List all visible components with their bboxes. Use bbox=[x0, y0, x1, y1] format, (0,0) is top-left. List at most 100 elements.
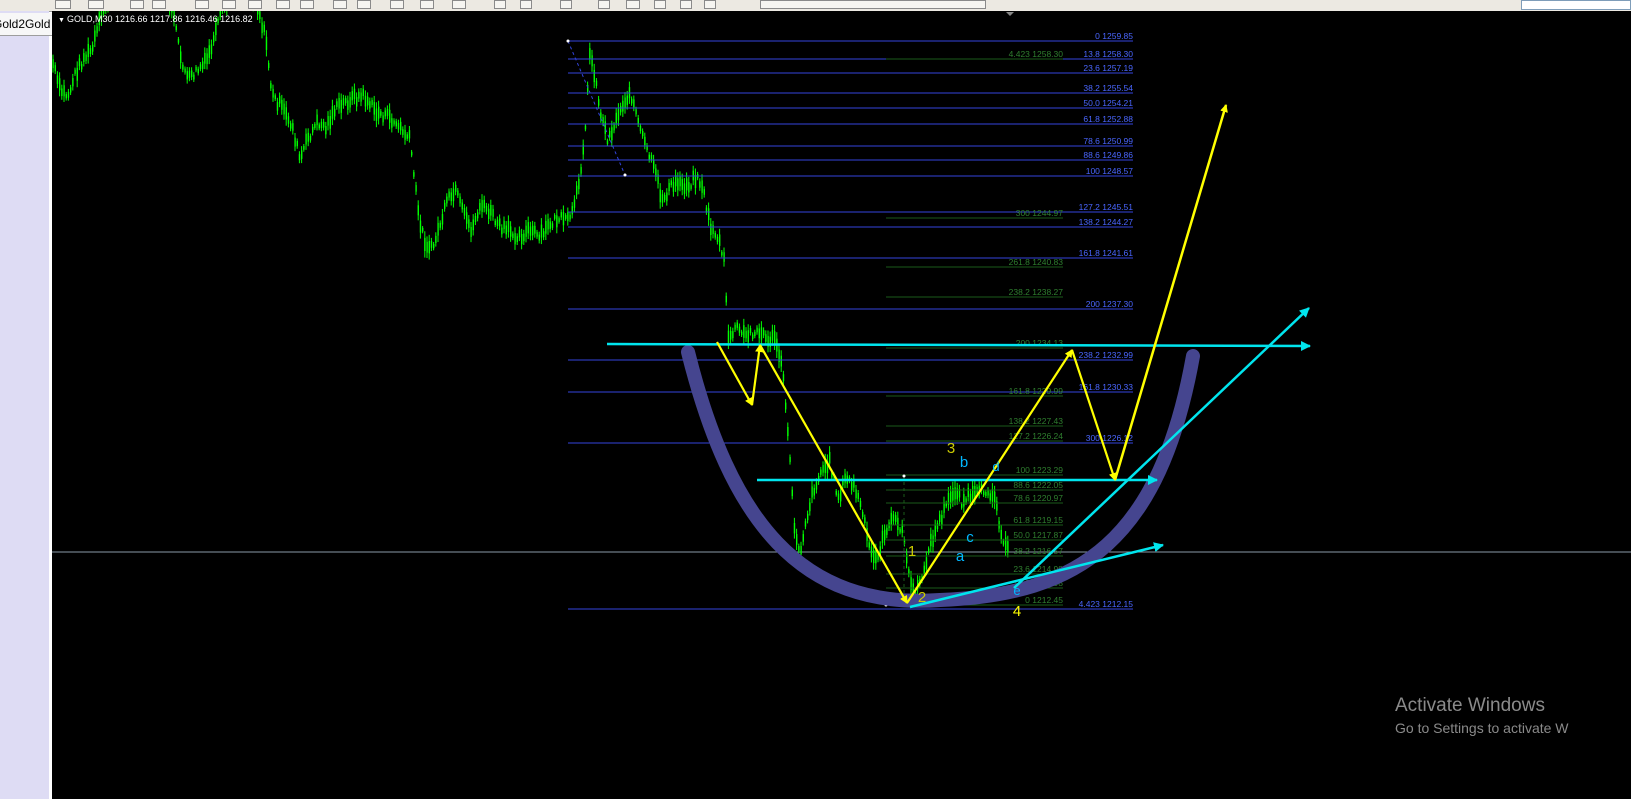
toolbar-templates-button[interactable] bbox=[452, 0, 466, 9]
toolbar-zoom-in-button[interactable] bbox=[276, 0, 290, 9]
candle-body bbox=[74, 69, 76, 74]
toolbar-zoom-out-button[interactable] bbox=[300, 0, 314, 9]
toolbar-trendline-button[interactable] bbox=[598, 0, 610, 9]
chart-area[interactable]: 0 1259.85 13.8 1258.30 23.6 1257.19 38.2 12… bbox=[52, 11, 1631, 799]
candle-body bbox=[864, 517, 866, 524]
toolbar-fibo-button[interactable] bbox=[626, 0, 640, 9]
fibo-anchor-point bbox=[902, 474, 906, 478]
toolbar-text-button[interactable] bbox=[654, 0, 666, 9]
candle-body bbox=[780, 355, 782, 367]
fibo2-level-label: 238.2 1238.27 bbox=[1009, 287, 1064, 297]
candle-body bbox=[455, 184, 457, 192]
fibo2-level-label: 4.423 1258.30 bbox=[1009, 49, 1064, 59]
candle-body bbox=[538, 234, 540, 241]
candle-body bbox=[725, 295, 727, 303]
toolbar-arrow-button[interactable] bbox=[680, 0, 692, 9]
candle-body bbox=[283, 103, 285, 115]
candle-body bbox=[631, 98, 633, 104]
candle-body bbox=[364, 95, 367, 107]
candle-body bbox=[719, 234, 721, 246]
candle-body bbox=[459, 196, 461, 204]
candle-body bbox=[210, 44, 213, 55]
candle-body bbox=[644, 136, 646, 146]
candle-body bbox=[202, 61, 204, 69]
toolbar-autoscroll-button[interactable] bbox=[357, 0, 371, 9]
toolbar-line-chart-button[interactable] bbox=[248, 0, 262, 9]
candle-body bbox=[439, 222, 441, 228]
candle-body bbox=[307, 132, 309, 142]
wave-label: e bbox=[1013, 583, 1020, 598]
price-chart[interactable]: 0 1259.85 13.8 1258.30 23.6 1257.19 38.2 12… bbox=[52, 11, 1631, 799]
candle-body bbox=[633, 99, 635, 108]
toolbar-search-input[interactable] bbox=[1521, 0, 1631, 10]
toolbar-favorites-button[interactable] bbox=[130, 0, 144, 9]
chart-menu-icon[interactable]: ▼ bbox=[58, 17, 65, 24]
toolbar-folder-button[interactable] bbox=[152, 0, 166, 9]
fibo2-level-label: 261.8 1240.83 bbox=[1009, 257, 1064, 267]
candle-body bbox=[741, 331, 743, 336]
toolbar-candle-chart-button[interactable] bbox=[222, 0, 236, 9]
candle-body bbox=[415, 185, 417, 192]
candle-body bbox=[413, 172, 415, 177]
candle-body bbox=[670, 180, 672, 186]
left-navigator-panel bbox=[0, 11, 49, 799]
wave-label: c bbox=[966, 529, 974, 546]
candle-body bbox=[197, 68, 199, 74]
candle-body bbox=[87, 43, 89, 58]
candle-body bbox=[578, 178, 580, 190]
candle-body bbox=[499, 218, 501, 227]
candle-body bbox=[862, 511, 864, 517]
candle-body bbox=[983, 491, 985, 496]
toolbar-bar-chart-button[interactable] bbox=[195, 0, 209, 9]
candle-body bbox=[642, 131, 644, 137]
toolbar-profiles-button[interactable] bbox=[88, 0, 104, 9]
candle-body bbox=[395, 121, 397, 127]
candle-body bbox=[501, 227, 503, 235]
ohlc-close: 1216.82 bbox=[220, 14, 253, 24]
candle-body bbox=[895, 515, 897, 522]
candle-body bbox=[265, 36, 268, 50]
candle-body bbox=[615, 112, 617, 124]
candle-body bbox=[785, 402, 787, 410]
candle-body bbox=[617, 108, 620, 121]
candle-body bbox=[523, 233, 525, 242]
candle-body bbox=[483, 199, 485, 209]
candle-body bbox=[204, 52, 206, 64]
candle-body bbox=[259, 11, 261, 20]
toolbar-timeframes-button[interactable] bbox=[760, 0, 986, 9]
candle-body bbox=[738, 326, 741, 333]
candle-body bbox=[560, 212, 562, 218]
candle-body bbox=[505, 225, 507, 235]
candle-body bbox=[342, 98, 345, 106]
fibo2-level-label: 88.6 1222.05 bbox=[1013, 480, 1063, 490]
candle-body bbox=[877, 555, 879, 560]
candle-body bbox=[771, 329, 774, 341]
toolbar-periods-button[interactable] bbox=[420, 0, 434, 9]
candle-body bbox=[466, 212, 468, 224]
candle-body bbox=[809, 502, 811, 512]
candle-body bbox=[807, 513, 809, 521]
fibo-level-label: 200 1237.30 bbox=[1086, 299, 1134, 309]
chart-window-tab[interactable]: Gold2Gold bbox=[0, 13, 53, 36]
candle-body bbox=[503, 220, 505, 230]
candle-body bbox=[543, 231, 545, 238]
candle-body bbox=[479, 202, 481, 211]
candle-body bbox=[433, 244, 435, 249]
toolbar-label-button[interactable] bbox=[704, 0, 716, 9]
toolbar-indicators-button[interactable] bbox=[390, 0, 404, 9]
fibo2-level-label: 50.0 1217.87 bbox=[1013, 530, 1063, 540]
toolbar-new-chart-button[interactable] bbox=[55, 0, 71, 9]
candle-body bbox=[481, 200, 483, 212]
toolbar-crosshair-button[interactable] bbox=[520, 0, 532, 9]
toolbar-tile-button[interactable] bbox=[333, 0, 347, 9]
windows-activation-watermark: Activate Windows Go to Settings to activ… bbox=[1395, 695, 1569, 739]
candle-body bbox=[208, 45, 210, 58]
toolbar-vline-button[interactable] bbox=[560, 0, 572, 9]
candle-body bbox=[837, 493, 840, 500]
toolbar-cursor-button[interactable] bbox=[494, 0, 506, 9]
candle-body bbox=[382, 115, 384, 123]
candle-body bbox=[356, 97, 358, 107]
candle-body bbox=[468, 219, 470, 228]
candle-body bbox=[268, 62, 270, 68]
candle-body bbox=[349, 97, 351, 108]
